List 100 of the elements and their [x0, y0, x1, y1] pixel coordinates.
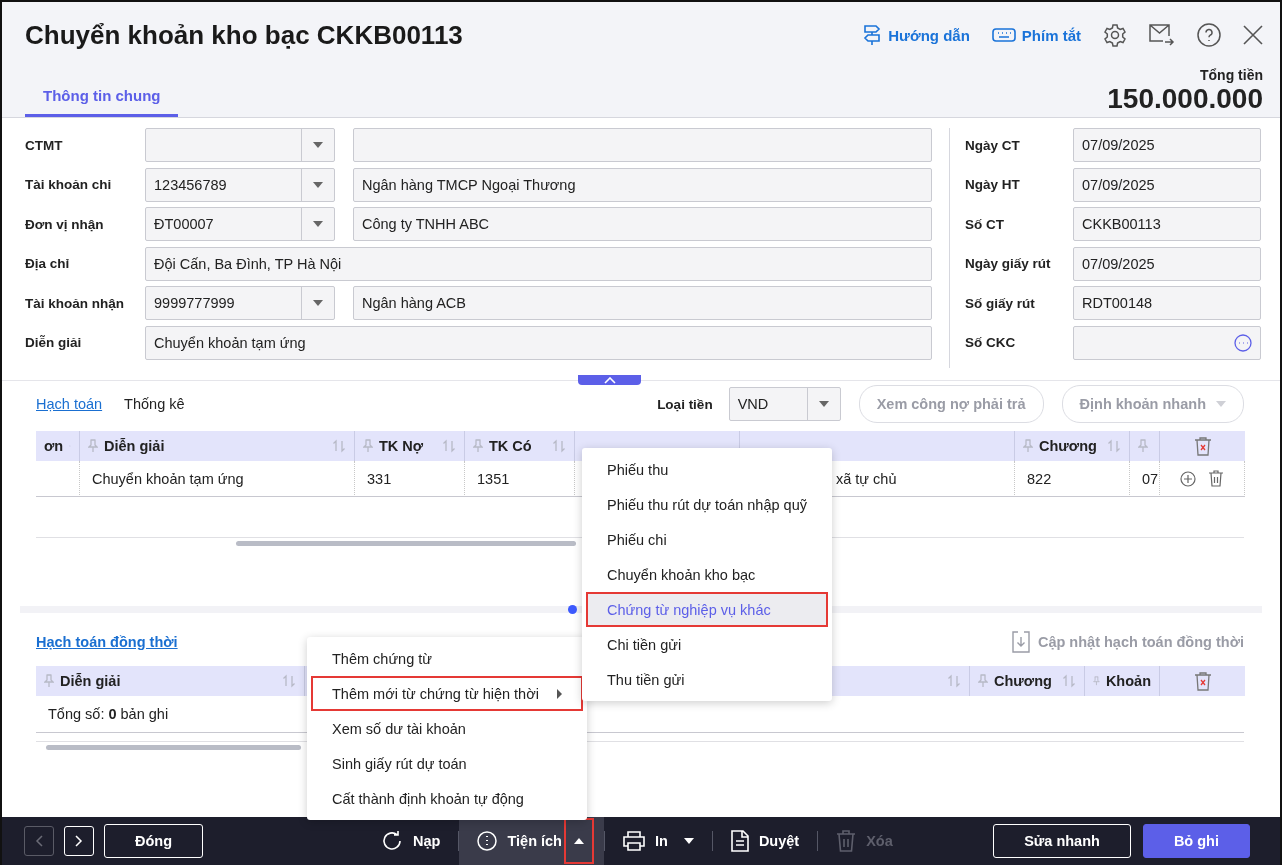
next-button[interactable]	[64, 826, 94, 856]
total-amount: 150.000.000	[1107, 83, 1263, 115]
pin-icon[interactable]	[978, 674, 988, 688]
delete-all-icon[interactable]	[1193, 671, 1212, 691]
table-cell: Chuyển khoản tạm ứng	[80, 461, 355, 497]
column-header[interactable]: Khoản	[1085, 666, 1160, 696]
more-icon[interactable]	[1234, 333, 1252, 352]
menu-item[interactable]: Chứng từ nghiệp vụ khác	[586, 592, 828, 627]
menu-item[interactable]: Cất thành định khoản tự động	[311, 781, 583, 816]
tab[interactable]: Thống kê	[124, 396, 185, 412]
combo-field[interactable]: 123456789	[145, 167, 335, 202]
combo-field[interactable]: ĐT00007	[145, 207, 335, 242]
collapse-handle[interactable]	[578, 375, 641, 385]
combo-field[interactable]: 9999777999	[145, 286, 335, 321]
table-cell: 822	[1015, 461, 1130, 497]
field-label: Số giấy rút	[965, 295, 1036, 311]
document-icon	[730, 830, 749, 852]
settings-icon[interactable]	[1103, 23, 1127, 47]
dropdown-icon	[818, 401, 829, 407]
tab[interactable]: Thông tin chung	[25, 87, 179, 117]
keyboard-icon	[991, 28, 1016, 42]
input-field[interactable]: CKKB00113	[1073, 207, 1261, 242]
field-label: Ngày giấy rút	[965, 256, 1052, 272]
mail-forward-icon[interactable]	[1149, 24, 1175, 46]
scrollbar-thumb[interactable]	[236, 540, 576, 546]
printer-icon	[623, 831, 645, 851]
input-field[interactable]	[353, 128, 932, 162]
pin-icon[interactable]	[1093, 674, 1100, 688]
column-header[interactable]: TK Có	[465, 431, 575, 461]
unpost-button[interactable]: Bỏ ghi	[1142, 824, 1250, 858]
dropdown-icon	[1216, 401, 1226, 407]
pin-icon[interactable]	[363, 439, 373, 453]
close-button[interactable]: Đóng	[104, 824, 204, 858]
dropdown-icon	[313, 181, 323, 188]
shortcuts-link[interactable]: Phím tắt	[991, 26, 1081, 44]
menu-toggle-button[interactable]	[564, 818, 594, 864]
input-field[interactable]: Chuyển khoản tạm ứng	[145, 325, 932, 360]
input-field[interactable]: Công ty TNHH ABC	[353, 207, 932, 242]
reload-button[interactable]: Nạp	[363, 817, 459, 865]
field-label: Địa chỉ	[25, 256, 71, 272]
menu-item[interactable]: Sinh giấy rút dự toán	[311, 746, 583, 781]
table-cell	[36, 461, 80, 497]
utilities-button[interactable]: Tiện ích	[459, 817, 604, 865]
tab[interactable]: Hạch toán	[36, 396, 103, 412]
menu-item[interactable]: Thu tiền gửi	[586, 662, 828, 697]
combo-field[interactable]	[145, 128, 335, 162]
pin-icon[interactable]	[44, 674, 54, 688]
chevron-right-icon	[75, 835, 83, 847]
menu-item[interactable]: Chuyển khoản kho bạc	[586, 557, 828, 592]
currency-combo[interactable]: VND	[728, 387, 841, 421]
caret-icon[interactable]	[683, 838, 694, 844]
signpost-icon	[862, 24, 883, 46]
menu-item[interactable]: Chi tiền gửi	[586, 627, 828, 662]
close-icon[interactable]	[1243, 25, 1263, 45]
section-link[interactable]: Hạch toán đồng thời	[36, 634, 178, 650]
pin-icon[interactable]	[1023, 439, 1033, 453]
input-field[interactable]: Đội Cấn, Ba Đình, TP Hà Nội	[145, 246, 932, 281]
pin-icon[interactable]	[88, 439, 98, 453]
table-cell: 331	[355, 461, 465, 497]
chevron-left-icon	[35, 835, 43, 847]
input-field[interactable]: 07/09/2025	[1073, 128, 1261, 162]
column-header[interactable]: TK Nợ	[355, 431, 465, 461]
input-field[interactable]: Ngân hàng TMCP Ngoại Thương	[353, 167, 932, 202]
field-label: Ngày CT	[965, 137, 1021, 153]
guide-link[interactable]: Hướng dẫn	[862, 24, 970, 46]
dropdown-icon	[313, 142, 323, 148]
quick-edit-button[interactable]: Sửa nhanh	[993, 824, 1131, 858]
field-label: Tài khoản chi	[25, 177, 113, 193]
field-label: Ngày HT	[965, 177, 1021, 193]
input-field[interactable]: 07/09/2025	[1073, 246, 1261, 281]
trash-icon[interactable]	[1208, 470, 1224, 487]
column-header[interactable]: ơn	[36, 431, 80, 461]
input-field[interactable]: RDT00148	[1073, 286, 1261, 321]
column-header[interactable]: Chương	[1015, 431, 1130, 461]
column-header[interactable]: Chương	[970, 666, 1085, 696]
column-header[interactable]: Diễn giải	[36, 666, 305, 696]
download-doc-icon	[1011, 631, 1030, 653]
lookup-field[interactable]	[1073, 325, 1261, 360]
total-label: Tổng tiền	[1199, 67, 1263, 83]
input-field[interactable]: 07/09/2025	[1073, 167, 1261, 202]
scrollbar-thumb[interactable]	[46, 744, 301, 750]
table-cell: 1351	[465, 461, 575, 497]
pin-icon[interactable]	[1138, 439, 1148, 453]
menu-item[interactable]: Thêm chứng từ	[311, 641, 583, 676]
delete-all-icon[interactable]	[1193, 436, 1212, 456]
pin-icon[interactable]	[473, 439, 483, 453]
input-field[interactable]: Ngân hàng ACB	[353, 286, 932, 321]
field-label: Đơn vị nhận	[25, 216, 105, 232]
info-circle-icon	[477, 831, 498, 851]
column-header[interactable]: Diễn giải	[80, 431, 355, 461]
help-icon[interactable]	[1197, 23, 1221, 47]
approve-button[interactable]: Duyệt	[712, 817, 818, 865]
menu-item[interactable]: Phiếu chi	[586, 522, 828, 557]
add-row-icon[interactable]	[1180, 470, 1196, 487]
splitter-handle[interactable]	[568, 605, 577, 614]
reload-icon	[381, 830, 404, 852]
caret-icon	[574, 838, 584, 844]
field-label: Số CKC	[965, 335, 1017, 351]
field-label: Số CT	[965, 216, 1005, 232]
print-button[interactable]: In	[605, 817, 712, 865]
